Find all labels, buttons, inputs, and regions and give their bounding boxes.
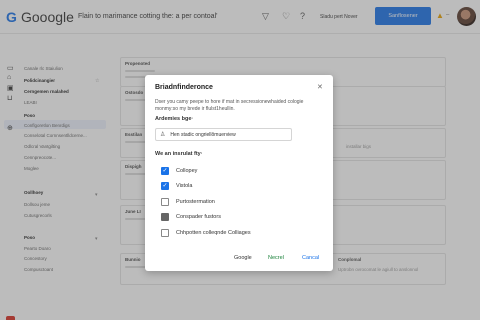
search-field[interactable]: ♙ Hen stadic ongriellômuerview xyxy=(155,128,292,141)
option-row[interactable]: ✓ Vistola xyxy=(161,181,192,190)
option-row[interactable]: Conspader fustors xyxy=(161,212,221,221)
person-icon: ♙ xyxy=(160,132,166,138)
option-row[interactable]: Chhpotten colleqnde Colliages xyxy=(161,228,251,237)
checkbox-icon[interactable] xyxy=(161,228,169,237)
option-label: Purtostermation xyxy=(176,198,215,205)
dialog-title: Briadnfinderonce xyxy=(155,84,213,91)
close-icon[interactable]: ✕ xyxy=(317,83,323,91)
checkbox-indeterminate-icon[interactable] xyxy=(161,212,169,221)
field-label: Ardemies bge· xyxy=(155,116,194,122)
option-label: Vistola xyxy=(176,182,193,189)
google-button[interactable]: Google xyxy=(234,255,252,261)
option-label: Collopey xyxy=(176,167,198,174)
checkbox-checked-icon[interactable]: ✓ xyxy=(161,166,169,175)
preferences-dialog: Briadnfinderonce ✕ Dser you camy peepe t… xyxy=(145,75,333,271)
option-row[interactable]: ✓ Collopey xyxy=(161,166,197,175)
option-label: Conspader fustors xyxy=(176,213,221,220)
checkbox-checked-icon[interactable]: ✓ xyxy=(161,181,169,190)
checkbox-icon[interactable] xyxy=(161,197,169,206)
options-label: We an insrulat fty· xyxy=(155,151,203,157)
neutral-button[interactable]: Necrel xyxy=(268,255,284,261)
search-field-value: Hen stadic ongriellômuerview xyxy=(170,131,236,138)
dialog-description: Dser you camy peepe to hore if mat in se… xyxy=(155,99,304,112)
option-label: Chhpotten colleqnde Colliages xyxy=(176,229,251,236)
option-row[interactable]: Purtostermation xyxy=(161,197,215,206)
cancel-button[interactable]: Cancal xyxy=(302,255,319,261)
